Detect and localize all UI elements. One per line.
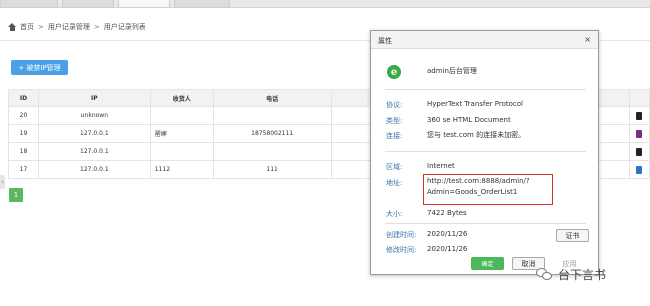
created-value: 2020/11/26 bbox=[427, 230, 468, 238]
row-action-icon[interactable] bbox=[636, 111, 643, 120]
cell-ip: 127.0.0.1 bbox=[37, 124, 151, 143]
dialog-title: 属性 bbox=[378, 37, 392, 45]
col-receiver: 收货人 bbox=[149, 89, 214, 107]
file-name: admin后台管理 bbox=[427, 67, 477, 75]
cell-receiver bbox=[149, 142, 214, 161]
breadcrumb-user-record-admin[interactable]: 用户记录管理 bbox=[48, 22, 90, 32]
col-phone: 电话 bbox=[212, 89, 332, 107]
address-label: 地址: bbox=[386, 179, 403, 187]
row-action-icon[interactable] bbox=[636, 147, 643, 156]
properties-dialog: 属性 × e admin后台管理 协议: HyperText Transfer … bbox=[370, 30, 599, 275]
ban-ip-manage-label: + 被禁IP管理 bbox=[18, 63, 61, 72]
protocol-value: HyperText Transfer Protocol bbox=[427, 100, 523, 108]
cell-phone bbox=[212, 106, 332, 125]
cell-phone: 111 bbox=[212, 160, 332, 179]
breadcrumb-separator: > bbox=[93, 23, 100, 31]
tab-3-active[interactable] bbox=[118, 0, 170, 8]
breadcrumb-separator: > bbox=[38, 23, 44, 31]
cell-ip: 127.0.0.1 bbox=[37, 160, 151, 179]
dialog-divider bbox=[385, 151, 586, 152]
dialog-divider bbox=[385, 223, 586, 224]
created-label: 创建时间: bbox=[386, 231, 417, 239]
pagination-page-1[interactable]: 1 bbox=[9, 188, 23, 202]
cell-id: 17 bbox=[8, 160, 39, 179]
watermark-text: 台下言书 bbox=[558, 267, 607, 282]
tab-1[interactable] bbox=[0, 0, 58, 8]
zone-label: 区域: bbox=[386, 163, 403, 171]
row-action-icon[interactable] bbox=[636, 165, 643, 174]
col-id: ID bbox=[8, 89, 39, 107]
wechat-icon bbox=[536, 267, 554, 281]
cell-action bbox=[628, 106, 650, 125]
type-value: 360 se HTML Document bbox=[427, 116, 511, 124]
cell-id: 19 bbox=[8, 124, 39, 143]
col-action bbox=[628, 89, 650, 107]
sidebar-collapse-arrow[interactable]: ‹ bbox=[0, 175, 5, 189]
cell-ip: unknown bbox=[37, 106, 151, 125]
breadcrumb: 首页 > 用户记录管理 > 用户记录列表 bbox=[8, 22, 146, 32]
connection-value: 您与 test.com 的连接未加密。 bbox=[427, 131, 526, 139]
col-ip: IP bbox=[37, 89, 151, 107]
ban-ip-manage-button[interactable]: + 被禁IP管理 bbox=[11, 60, 68, 75]
zone-value: Internet bbox=[427, 162, 455, 170]
cell-action bbox=[628, 142, 650, 161]
certificate-button[interactable]: 证书 bbox=[556, 229, 589, 242]
home-icon bbox=[8, 23, 16, 31]
cell-action bbox=[628, 124, 650, 143]
connection-label: 连接: bbox=[386, 132, 403, 140]
cell-ip: 127.0.0.1 bbox=[37, 142, 151, 161]
ok-button[interactable]: 确定 bbox=[471, 257, 504, 270]
size-value: 7422 Bytes bbox=[427, 209, 467, 217]
tab-2[interactable] bbox=[62, 0, 114, 8]
cell-receiver: 1112 bbox=[149, 160, 214, 179]
size-label: 大小: bbox=[386, 210, 403, 218]
tab-4[interactable] bbox=[174, 0, 230, 8]
cell-receiver bbox=[149, 106, 214, 125]
cell-id: 18 bbox=[8, 142, 39, 161]
browser-document-icon: e bbox=[387, 65, 401, 79]
cell-receiver: 罂婶 bbox=[149, 124, 214, 143]
tab-strip bbox=[0, 0, 650, 8]
dialog-titlebar: 属性 × bbox=[371, 31, 598, 49]
watermark: 台下言书 bbox=[536, 262, 606, 286]
cell-id: 20 bbox=[8, 106, 39, 125]
protocol-label: 协议: bbox=[386, 101, 403, 109]
dialog-divider bbox=[385, 89, 586, 90]
address-highlight-box bbox=[423, 174, 553, 205]
row-action-icon[interactable] bbox=[636, 129, 643, 138]
close-icon[interactable]: × bbox=[584, 35, 591, 44]
modified-label: 修改时间: bbox=[386, 246, 417, 254]
breadcrumb-user-record-list: 用户记录列表 bbox=[103, 23, 146, 31]
type-label: 类型: bbox=[386, 117, 403, 125]
cell-phone bbox=[212, 142, 332, 161]
cell-phone: 18758002111 bbox=[212, 124, 332, 143]
cell-action bbox=[628, 160, 650, 179]
breadcrumb-home[interactable]: 首页 bbox=[20, 22, 34, 32]
modified-value: 2020/11/26 bbox=[427, 245, 468, 253]
